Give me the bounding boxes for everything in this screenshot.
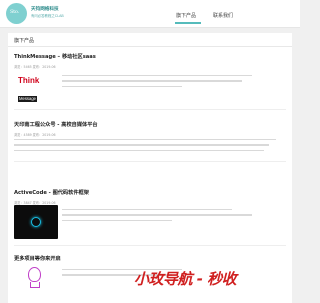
site-watermark: 小玫导航 - 秒收 bbox=[134, 270, 237, 288]
thinkmessage-logo: Think Message bbox=[18, 76, 48, 102]
article-title[interactable]: ActiveCode - 图代码软件框架 bbox=[14, 189, 286, 196]
article-item[interactable]: 更多项目等你来开启 bbox=[14, 255, 286, 301]
article-divider bbox=[14, 109, 286, 110]
article-thumbnail[interactable] bbox=[14, 265, 54, 301]
nav-products[interactable]: 旗下产品 bbox=[176, 12, 196, 19]
brand-name: 天钧网络科技 bbox=[31, 7, 59, 12]
brand-tagline: 有问必答教程之CLAB bbox=[31, 14, 64, 18]
section-divider bbox=[8, 46, 292, 47]
products-panel: 旗下产品 ThinkMessage – 移动社区saas 浏览：5465 发布：… bbox=[8, 33, 292, 303]
article-thumbnail[interactable]: Think Message bbox=[14, 71, 54, 102]
logo-word-bottom: Message bbox=[18, 95, 37, 102]
article-excerpt bbox=[62, 209, 262, 225]
article-title[interactable]: 更多项目等你来开启 bbox=[14, 255, 286, 262]
logo-word-top: Think bbox=[18, 76, 40, 85]
article-title[interactable]: 天印南工程公众号 - 高校自媒体平台 bbox=[14, 121, 286, 128]
lightbulb-base-icon bbox=[30, 282, 40, 288]
article-title[interactable]: ThinkMessage – 移动社区saas bbox=[14, 53, 286, 60]
article-meta: 浏览：5465 发布：2019-06 bbox=[14, 65, 56, 69]
article-item[interactable]: ActiveCode - 图代码软件框架 浏览：3847 发布：2019-06 bbox=[14, 189, 286, 246]
section-title: 旗下产品 bbox=[14, 38, 35, 44]
article-excerpt bbox=[62, 75, 262, 91]
article-item[interactable]: 天印南工程公众号 - 高校自媒体平台 浏览：4589 发布：2019-06 bbox=[14, 121, 286, 162]
article-item[interactable]: ThinkMessage – 移动社区saas 浏览：5465 发布：2019-… bbox=[14, 53, 286, 110]
site-header: Sto. 天钧网络科技 有问必答教程之CLAB 旗下产品 联系我们 bbox=[0, 0, 300, 28]
article-excerpt bbox=[14, 139, 284, 155]
nav-contact[interactable]: 联系我们 bbox=[213, 12, 233, 19]
article-thumbnail[interactable] bbox=[14, 205, 58, 239]
article-meta: 浏览：4589 发布：2019-06 bbox=[14, 133, 56, 137]
power-icon bbox=[31, 217, 41, 227]
nav-active-indicator bbox=[175, 22, 201, 24]
logo-text: Sto. bbox=[10, 9, 19, 15]
article-divider bbox=[14, 245, 286, 246]
lightbulb-icon bbox=[28, 267, 41, 282]
article-divider bbox=[14, 161, 286, 162]
site-logo[interactable]: Sto. bbox=[6, 3, 27, 24]
